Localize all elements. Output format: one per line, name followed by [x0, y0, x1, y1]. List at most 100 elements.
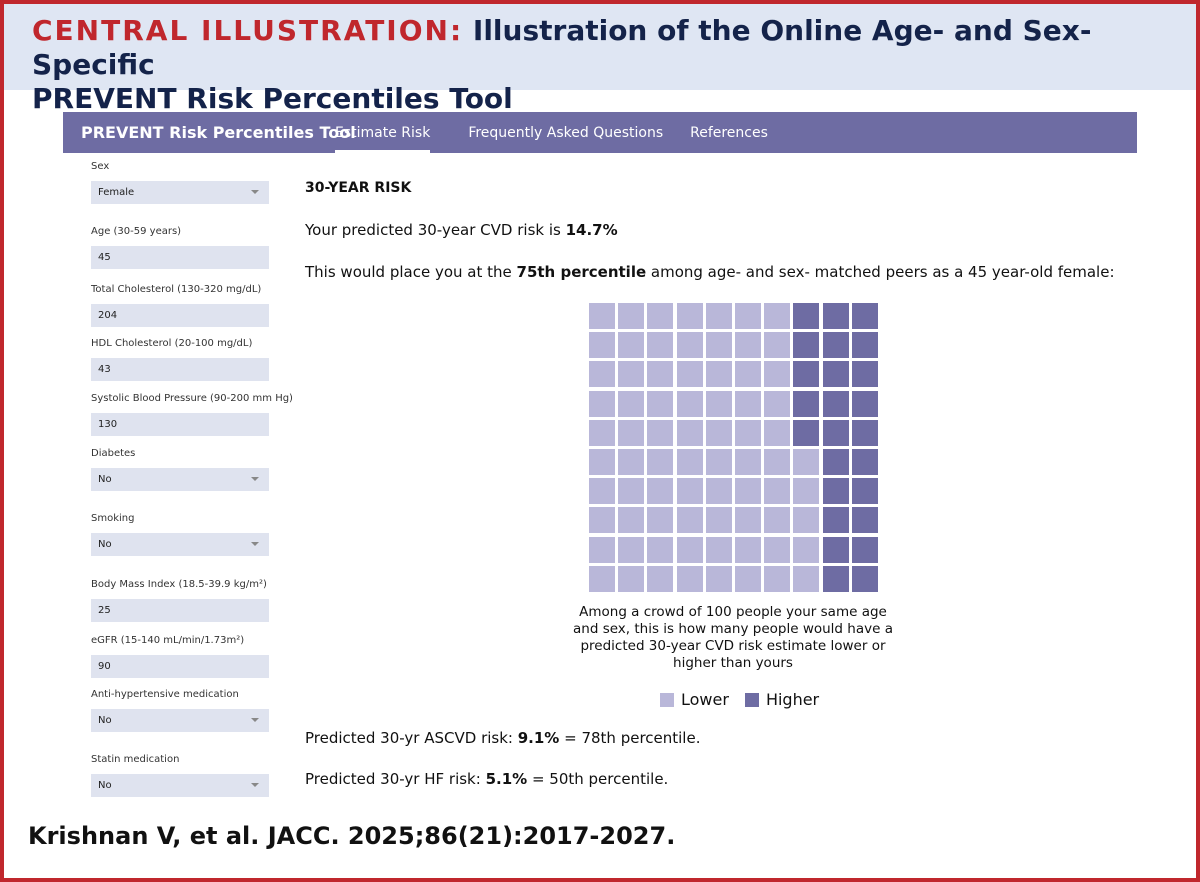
tab-references[interactable]: References [690, 112, 768, 153]
app-brand[interactable]: PREVENT Risk Percentiles Tool [63, 123, 356, 142]
waffle-cell-lower [705, 390, 732, 417]
waffle-cell-higher [851, 478, 878, 505]
ascvd-line: Predicted 30-yr ASCVD risk: 9.1% = 78th … [305, 729, 700, 747]
field-label: HDL Cholesterol (20-100 mg/dL) [91, 338, 253, 349]
tab-estimate-risk[interactable]: Estimate Risk [335, 112, 431, 153]
waffle-cell-lower [735, 419, 761, 446]
chevron-down-icon [251, 783, 259, 787]
age-input[interactable]: 45 [91, 246, 269, 269]
legend-lower-label: Lower [681, 690, 729, 709]
waffle-cell-higher [822, 332, 849, 359]
waffle-cell-lower [764, 449, 791, 475]
field-label: Statin medication [91, 754, 180, 765]
bmi-input[interactable]: 25 [91, 599, 269, 622]
waffle-cell-lower [793, 507, 820, 534]
waffle-cell-lower [705, 478, 732, 505]
waffle-cell-lower [676, 565, 703, 592]
total-cholesterol-input[interactable]: 204 [91, 304, 269, 327]
waffle-cell-lower [618, 419, 645, 446]
waffle-cell-higher [851, 303, 878, 329]
waffle-cell-lower [618, 507, 645, 534]
field-bmi: Body Mass Index (18.5-39.9 kg/m²) 25 [91, 578, 269, 622]
waffle-cell-lower [618, 565, 645, 592]
systolic-bp-input[interactable]: 130 [91, 413, 269, 436]
waffle-cell-higher [851, 390, 878, 417]
sex-select[interactable]: Female [91, 181, 269, 204]
header-line-1: CENTRAL ILLUSTRATION: Illustration of th… [32, 14, 1170, 82]
legend-higher-swatch [744, 692, 759, 707]
figure-header: CENTRAL ILLUSTRATION: Illustration of th… [4, 4, 1196, 115]
percentile-prefix: This would place you at the [305, 263, 517, 281]
waffle-cell-higher [793, 419, 820, 446]
waffle-cell-higher [793, 361, 820, 388]
waffle-cell-higher [851, 536, 878, 563]
field-egfr: eGFR (15-140 mL/min/1.73m²) 90 [91, 634, 269, 678]
waffle-cell-lower [618, 478, 645, 505]
waffle-cell-lower [647, 332, 674, 359]
smoking-select[interactable]: No [91, 533, 269, 556]
field-systolic-bp: Systolic Blood Pressure (90-200 mm Hg) 1… [91, 392, 293, 436]
field-label: Sex [91, 161, 110, 172]
tab-faq[interactable]: Frequently Asked Questions [468, 112, 663, 153]
waffle-cell-higher [851, 361, 878, 388]
waffle-cell-higher [822, 536, 849, 563]
field-label: Diabetes [91, 448, 136, 459]
percentile-value: 75th percentile [516, 263, 647, 281]
statin-select[interactable]: No [91, 774, 269, 797]
waffle-cell-lower [705, 507, 732, 534]
waffle-cell-lower [647, 536, 674, 563]
hdl-cholesterol-input[interactable]: 43 [91, 358, 269, 381]
chevron-down-icon [251, 718, 259, 722]
waffle-cell-lower [676, 536, 703, 563]
field-label: Total Cholesterol (130-320 mg/dL) [91, 284, 262, 295]
predicted-risk-line: Your predicted 30-year CVD risk is 14.7% [305, 221, 618, 239]
waffle-cell-lower [647, 565, 674, 592]
field-sex: Sex Female [91, 160, 269, 204]
waffle-cell-lower [647, 507, 674, 534]
waffle-cell-lower [589, 390, 615, 417]
field-label: Age (30-59 years) [91, 226, 182, 237]
waffle-cell-lower [735, 478, 761, 505]
waffle-cell-lower [793, 536, 820, 563]
waffle-cell-higher [851, 449, 878, 475]
field-value: 130 [98, 419, 118, 430]
waffle-cell-higher [822, 507, 849, 534]
field-value: No [98, 715, 112, 726]
hf-prefix: Predicted 30-yr HF risk: [305, 770, 486, 788]
antihypertensive-select[interactable]: No [91, 709, 269, 732]
field-label: eGFR (15-140 mL/min/1.73m²) [91, 635, 245, 646]
waffle-cell-lower [764, 507, 791, 534]
waffle-cell-lower [618, 332, 645, 359]
waffle-legend: Lower Higher [660, 690, 835, 709]
waffle-cell-lower [647, 361, 674, 388]
legend-lower: Lower [660, 690, 729, 709]
waffle-cell-higher [851, 565, 878, 592]
waffle-cell-lower [676, 361, 703, 388]
waffle-caption: Among a crowd of 100 people your same ag… [573, 604, 893, 671]
waffle-cell-lower [647, 419, 674, 446]
waffle-cell-lower [764, 536, 791, 563]
ascvd-value: 9.1% [517, 729, 560, 747]
predicted-risk-prefix: Your predicted 30-year CVD risk is [305, 221, 566, 239]
waffle-cell-lower [735, 536, 761, 563]
waffle-cell-lower [764, 303, 791, 329]
egfr-input[interactable]: 90 [91, 655, 269, 678]
waffle-cell-lower [647, 478, 674, 505]
field-value: 90 [98, 661, 111, 672]
field-label: Anti-hypertensive medication [91, 689, 239, 700]
waffle-cell-higher [793, 332, 820, 359]
waffle-cell-higher [822, 390, 849, 417]
waffle-cell-lower [647, 303, 674, 329]
field-value: 25 [98, 605, 111, 616]
diabetes-select[interactable]: No [91, 468, 269, 491]
waffle-cell-lower [589, 449, 615, 475]
waffle-cell-lower [793, 449, 820, 475]
waffle-cell-higher [793, 303, 820, 329]
waffle-cell-lower [764, 361, 791, 388]
field-value: 43 [98, 364, 111, 375]
waffle-cell-lower [735, 332, 761, 359]
waffle-cell-higher [822, 565, 849, 592]
waffle-cell-lower [705, 419, 732, 446]
waffle-cell-lower [618, 390, 645, 417]
waffle-cell-lower [618, 361, 645, 388]
